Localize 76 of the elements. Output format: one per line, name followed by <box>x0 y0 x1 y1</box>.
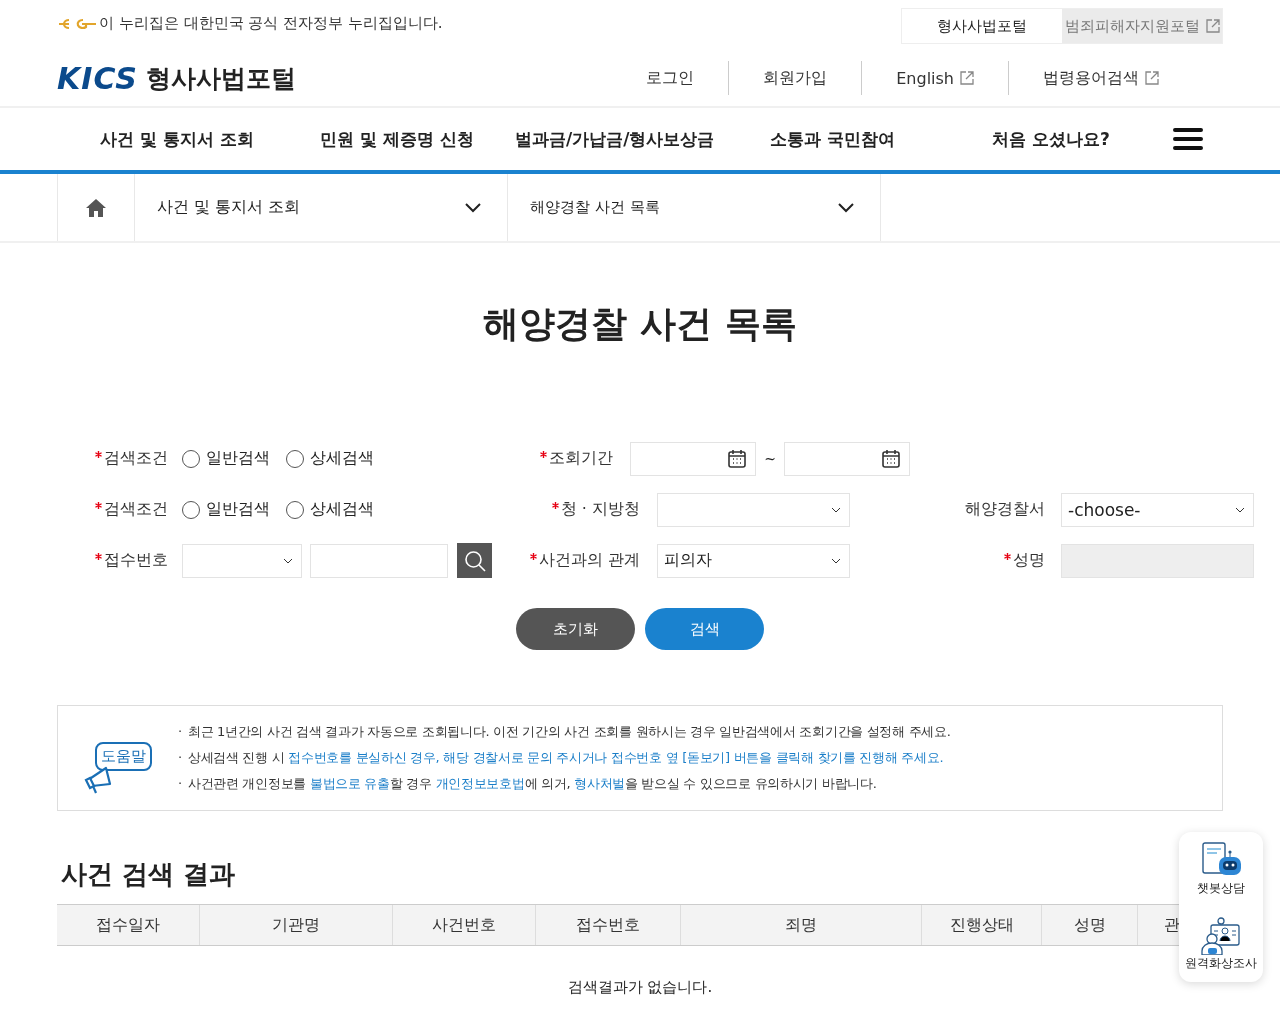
notice-text: 이 누리집은 대한민국 공식 전자정부 누리집입니다. <box>99 14 443 33</box>
select-field[interactable]: 피의자 <box>657 543 850 578</box>
home-icon <box>85 197 107 218</box>
field-label: 성명 <box>910 550 1045 571</box>
header-link[interactable]: 회원가입 <box>728 61 862 95</box>
breadcrumb-dropdown[interactable]: 해양경찰 사건 목록 <box>508 174 881 241</box>
required-icon <box>1004 553 1011 560</box>
column-header: 기관명 <box>200 905 393 945</box>
home-button[interactable] <box>57 174 135 241</box>
field-label: 조회기간 <box>492 448 614 469</box>
chevron-down-icon <box>831 506 841 513</box>
nav-item[interactable]: 민원 및 제증명 신청 <box>320 127 515 151</box>
menu-icon[interactable] <box>1173 127 1203 151</box>
calendar-icon <box>881 448 901 469</box>
date-field[interactable] <box>630 441 757 476</box>
column-header: 접수일자 <box>57 905 200 945</box>
chevron-down-icon <box>1235 506 1245 513</box>
search-button[interactable] <box>457 543 492 578</box>
required-icon <box>95 451 102 458</box>
radio-option[interactable]: 일반검색 <box>182 448 270 469</box>
radio-option[interactable]: 상세검색 <box>286 499 374 520</box>
select-field[interactable]: -choose- <box>1061 492 1254 527</box>
column-header: 관 <box>1163 913 1181 936</box>
reset-button[interactable]: 초기화 <box>516 608 635 650</box>
quick-button[interactable]: 원격화상조사 <box>1185 917 1257 972</box>
required-icon <box>551 502 559 509</box>
nav-item[interactable]: 소통과 국민참여 <box>770 127 992 151</box>
column-header: 사건번호 <box>393 905 536 945</box>
chevron-down-icon <box>465 202 481 213</box>
nav-item[interactable]: 벌과금/가납금/형사보상금 <box>515 127 770 151</box>
header-link[interactable]: 로그인 <box>612 61 729 95</box>
help-text: · 최근 1년간의 사건 검색 결과가 자동으로 조회됩니다. 이전 기간의 사건 조회를 원하시는 경우 일반검색에서 조회기간을 설정해 주세요. <box>178 723 951 741</box>
range-separator: ~ <box>764 450 776 467</box>
help-text: · 사건관련 개인정보를 불법으로 유출할 경우 개인정보보호법에 의거, 형사처벌 을 받으실 수 있으므로 유의하시기 바랍니다. <box>178 775 878 793</box>
required-icon <box>95 502 102 509</box>
input-field[interactable] <box>310 543 448 578</box>
portal-tab[interactable]: 범죄피해자지원포털 <box>1062 9 1222 43</box>
radio-option[interactable]: 상세검색 <box>286 448 374 469</box>
nav-item[interactable]: 처음 오셨나요? <box>992 127 1172 151</box>
select-field[interactable] <box>657 492 850 527</box>
search-button[interactable]: 검색 <box>645 608 764 650</box>
required-icon <box>95 553 102 560</box>
date-field[interactable] <box>783 441 910 476</box>
column-header: 성명 <box>1042 905 1138 945</box>
empty-message: 검색결과가 없습니다. <box>566 978 714 997</box>
required-icon <box>540 451 548 458</box>
field-label: 사건과의 관계 <box>492 550 640 571</box>
chevron-down-icon <box>831 557 841 564</box>
nav-item[interactable]: 사건 및 통지서 조회 <box>100 127 320 151</box>
header-link[interactable]: 법령용어검색 <box>1008 61 1193 95</box>
external-link-icon <box>1145 71 1159 85</box>
chevron-down-icon <box>838 202 854 213</box>
calendar-icon <box>727 448 748 469</box>
external-link-icon <box>1205 19 1220 33</box>
breadcrumb-dropdown[interactable]: 사건 및 통지서 조회 <box>135 174 508 241</box>
help-text: · 상세검색 진행 시 접수번호를 분실하신 경우, 해당 경찰서로 문의 주시거나 접수번호 옆 [돋보기] 버튼을 클릭해 찾기를 진행해 주세요. <box>178 749 945 767</box>
external-link-icon <box>960 71 974 85</box>
column-header: 진행상태 <box>922 905 1042 945</box>
header-link[interactable]: English <box>861 61 1008 95</box>
field-label: 접수번호 <box>95 550 182 571</box>
field-label: 청 · 지방청 <box>492 499 640 520</box>
radio-option[interactable]: 일반검색 <box>182 499 270 520</box>
column-header: 죄명 <box>681 905 922 945</box>
select-field[interactable] <box>182 543 302 578</box>
video-call-icon <box>1199 917 1243 955</box>
site-name[interactable]: 형사사법포털 <box>145 61 296 95</box>
required-icon <box>529 553 537 560</box>
logo[interactable]: KICS <box>57 60 138 96</box>
column-header: 접수번호 <box>536 905 681 945</box>
search-icon <box>463 549 486 572</box>
page-title: 해양경찰 사건 목록 <box>482 302 798 346</box>
field-label: 검색조건 <box>95 448 182 469</box>
quick-button[interactable]: 챗봇상담 <box>1197 842 1245 897</box>
field-label: 해양경찰서 <box>964 499 1045 520</box>
field-label: 검색조건 <box>95 499 182 520</box>
chevron-down-icon <box>283 557 293 564</box>
